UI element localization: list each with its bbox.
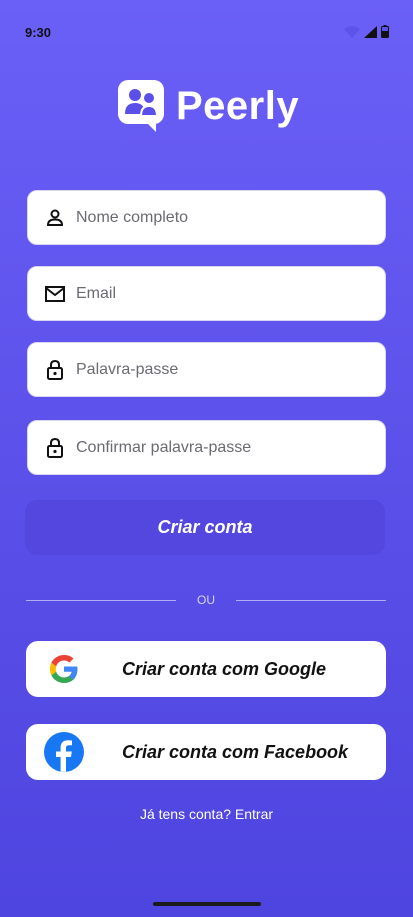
facebook-signup-button[interactable]: Criar conta com Facebook [26, 724, 386, 780]
password-field[interactable] [27, 342, 386, 397]
person-icon [44, 207, 66, 229]
app-name: Peerly [176, 83, 300, 128]
or-divider: OU [26, 590, 386, 610]
status-icons [344, 25, 389, 38]
email-input[interactable] [76, 284, 356, 303]
google-signup-button[interactable]: Criar conta com Google [26, 641, 386, 697]
signal-icon [364, 25, 377, 38]
create-account-button[interactable]: Criar conta [25, 500, 385, 555]
google-signup-label: Criar conta com Google [122, 658, 327, 679]
full-name-field[interactable] [27, 190, 386, 245]
lock-icon [44, 437, 66, 459]
wifi-icon [344, 25, 360, 38]
divider-line-right [236, 599, 386, 601]
google-icon [44, 649, 84, 689]
battery-icon [381, 25, 389, 38]
app-logo: Peerly [118, 80, 299, 132]
peerly-logo-icon [118, 80, 164, 132]
full-name-input[interactable] [76, 208, 356, 227]
password-input[interactable] [76, 360, 356, 379]
status-bar: 9:30 [0, 0, 413, 64]
facebook-icon [44, 732, 84, 772]
mail-icon [44, 283, 66, 305]
login-link[interactable]: Já tens conta? Entrar [0, 806, 413, 822]
confirm-password-field[interactable] [27, 420, 386, 475]
confirm-password-input[interactable] [76, 438, 356, 457]
home-indicator [153, 902, 261, 906]
divider-label: OU [197, 593, 215, 607]
email-field[interactable] [27, 266, 386, 321]
facebook-signup-label: Criar conta com Facebook [122, 741, 349, 762]
lock-icon [44, 359, 66, 381]
divider-line-left [26, 599, 176, 601]
status-time: 9:30 [25, 25, 52, 40]
